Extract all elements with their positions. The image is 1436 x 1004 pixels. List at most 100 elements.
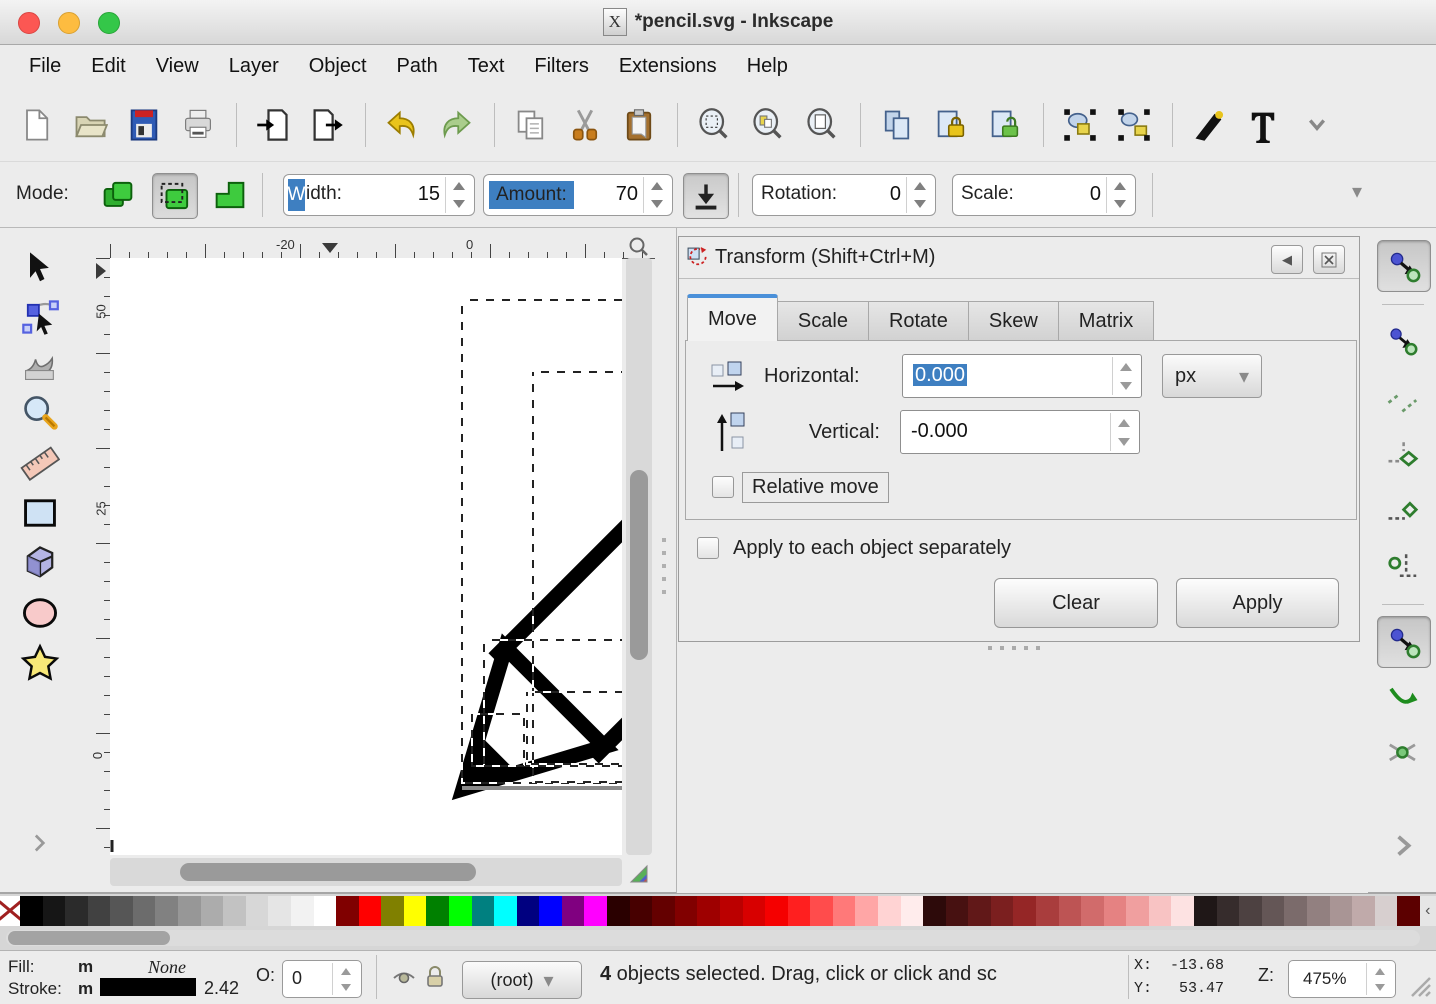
palette-scroll-arrow[interactable]: ‹ [1420,896,1436,926]
text-button[interactable] [1241,103,1285,147]
palette-scrollbar-thumb[interactable] [8,931,170,945]
measure-tool-button[interactable] [14,438,66,484]
palette-swatch[interactable] [20,896,43,926]
horizontal-scrollbar[interactable] [110,858,622,886]
palette-swatch[interactable] [1149,896,1172,926]
group-button[interactable] [1058,103,1102,147]
rotation-spinner[interactable] [906,177,933,213]
menu-object[interactable]: Object [294,51,382,82]
palette-swatch[interactable] [65,896,88,926]
palette-swatch[interactable] [607,896,630,926]
relative-move-label[interactable]: Relative move [742,472,889,503]
palette-swatch[interactable] [1104,896,1127,926]
palette-swatch[interactable] [133,896,156,926]
palette-swatch[interactable] [855,896,878,926]
vertical-ruler[interactable]: 50 25 0 [95,258,111,855]
palette-swatch[interactable] [178,896,201,926]
pencil-artwork[interactable] [411,420,622,841]
dialog-resize-grip[interactable] [988,646,1040,650]
mode-corner-button[interactable] [208,173,252,217]
layer-dropdown[interactable]: (root)▾ [462,961,582,999]
apply-button[interactable]: Apply [1176,578,1339,628]
rotation-spinbox[interactable]: Rotation: 0 [752,174,936,216]
print-button[interactable] [176,103,220,147]
rectangle-tool-button[interactable] [14,490,66,536]
ellipse-tool-button[interactable] [14,590,66,636]
snap-bbox-center-button[interactable] [1377,540,1429,590]
tab-scale[interactable]: Scale [778,301,869,341]
palette-swatch[interactable] [968,896,991,926]
zoom-spinner[interactable] [1366,963,1393,995]
vertical-spinner[interactable] [1110,413,1137,451]
document-new-button[interactable] [14,103,58,147]
overflow-chevron-button[interactable] [1295,103,1339,147]
zoom-selection-button[interactable] [692,103,736,147]
vertical-scrollbar-thumb[interactable] [630,470,648,660]
menu-file[interactable]: File [14,51,76,82]
canvas[interactable] [110,258,622,855]
ungroup-button[interactable] [1112,103,1156,147]
toolbar-overflow-chevron-icon[interactable]: ▾ [1352,179,1362,204]
selector-tool-button[interactable] [14,246,66,292]
palette-swatch[interactable] [359,896,382,926]
palette-swatch[interactable] [788,896,811,926]
panel-resize-grip[interactable] [662,538,666,594]
palette-swatch[interactable] [1217,896,1240,926]
snap-nodes-button[interactable] [1377,616,1431,668]
horizontal-input[interactable]: 0.000 [902,354,1142,398]
mode-move-button[interactable] [96,173,140,217]
undo-button[interactable] [380,103,424,147]
palette-swatch[interactable] [381,896,404,926]
palette-swatch[interactable] [1013,896,1036,926]
unit-dropdown[interactable]: px▾ [1162,354,1262,398]
dialog-shade-button[interactable]: ◀ [1271,245,1303,274]
node-editor-tool-button[interactable] [14,294,66,340]
palette-swatch[interactable] [765,896,788,926]
tab-matrix[interactable]: Matrix [1059,301,1154,341]
menu-edit[interactable]: Edit [76,51,140,82]
palette-swatch[interactable] [1036,896,1059,926]
palette-swatch[interactable] [1081,896,1104,926]
palette-swatch[interactable] [1375,896,1398,926]
palette-swatch[interactable] [268,896,291,926]
pressure-toggle-button[interactable] [683,173,729,219]
color-managed-view-icon[interactable] [629,862,651,886]
dialog-close-button[interactable] [1313,245,1345,274]
import-button[interactable] [251,103,295,147]
palette-swatch[interactable] [652,896,675,926]
fill-value[interactable]: None [148,957,186,978]
amount-spinbox[interactable]: Amount: 70 [483,174,673,216]
palette-swatch[interactable] [426,896,449,926]
layer-lock-icon[interactable] [424,965,446,989]
palette-swatch[interactable] [562,896,585,926]
tab-skew[interactable]: Skew [969,301,1059,341]
scale-spinbox[interactable]: Scale: 0 [952,174,1136,216]
palette-swatch[interactable] [923,896,946,926]
menu-help[interactable]: Help [732,51,803,82]
unlink-clone-button[interactable] [983,103,1027,147]
palette-swatch[interactable] [743,896,766,926]
redo-button[interactable] [434,103,478,147]
palette-swatch[interactable] [1330,896,1353,926]
palette-swatch[interactable] [110,896,133,926]
star-tool-button[interactable] [14,640,66,686]
window-resize-grip[interactable] [1408,972,1432,998]
palette-swatch[interactable] [494,896,517,926]
palette-swatch[interactable] [1171,896,1194,926]
paste-button[interactable] [617,103,661,147]
horizontal-scrollbar-thumb[interactable] [180,863,476,881]
zoom-drawing-button[interactable] [746,103,790,147]
cut-button[interactable] [563,103,607,147]
palette-swatch[interactable] [472,896,495,926]
horizontal-ruler[interactable]: -20 0 [110,240,655,259]
menu-filters[interactable]: Filters [519,51,603,82]
tab-rotate[interactable]: Rotate [869,301,969,341]
palette-swatch[interactable] [336,896,359,926]
palette-swatch[interactable] [1059,896,1082,926]
horizontal-spinner[interactable] [1112,357,1139,395]
palette-swatch[interactable] [246,896,269,926]
palette-swatch[interactable] [201,896,224,926]
box-3d-tool-button[interactable] [14,540,66,586]
copy-button[interactable] [509,103,553,147]
palette-swatch[interactable] [449,896,472,926]
